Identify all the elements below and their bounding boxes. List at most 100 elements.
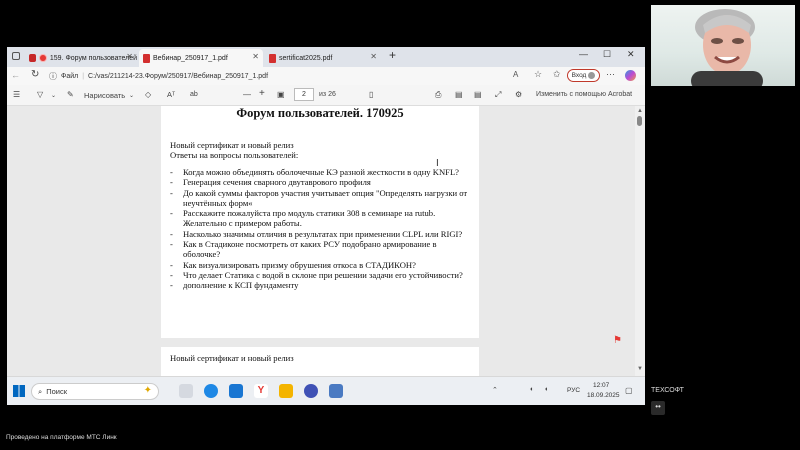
volume-icon[interactable]: ◖ — [544, 386, 548, 393]
participant-name: ТЕХСОФТ — [651, 387, 684, 394]
page-number-input[interactable]: 2 — [294, 88, 314, 101]
contents-icon[interactable]: ☰ — [13, 90, 20, 99]
translate-icon[interactable]: ab — [190, 91, 198, 98]
more-icon[interactable]: ··· — [606, 69, 615, 79]
search-placeholder: Поиск — [46, 387, 67, 396]
draw-icon[interactable]: ✎ — [67, 90, 74, 99]
question-item: Расскажите пожалуйста про модуль статики… — [170, 208, 472, 229]
pdf-icon — [143, 53, 150, 63]
highlight-icon[interactable]: ▽ — [37, 90, 43, 99]
read-aloud-icon[interactable]: A — [513, 70, 518, 79]
platform-caption: Проведено на платформе МТС Линк — [6, 434, 117, 441]
favorite-icon[interactable]: ☆ — [534, 69, 542, 80]
tab-webinar-pdf[interactable]: Вебинар_250917_1.pdf ✕ — [139, 49, 263, 67]
question-item: Что делает Статика с водой в склоне при … — [170, 270, 472, 281]
zoom-out-icon[interactable]: — — [243, 90, 251, 99]
close-window-button[interactable]: ✕ — [627, 49, 635, 60]
section-heading: Новый сертификат и новый релиз — [170, 140, 294, 150]
network-icon[interactable]: ◐ — [530, 386, 534, 393]
tab-label: sertificat2025.pdf — [279, 54, 333, 62]
save-icon[interactable]: ▤ — [455, 90, 463, 99]
mail-icon[interactable] — [229, 384, 243, 398]
browser-tab-bar: 159. Форум пользователей ✕ Вебинар_25091… — [7, 47, 645, 67]
pdf-toolbar: ☰ ▽ ⌄ ✎ Нарисовать ⌄ ◇ Aᵀ ab — + ▣ 2 из … — [7, 85, 645, 106]
favorites-icon[interactable]: ✩ — [553, 69, 561, 80]
scroll-thumb[interactable] — [637, 116, 642, 126]
yandex-icon[interactable]: Y — [254, 384, 268, 398]
close-icon[interactable]: ✕ — [126, 52, 133, 61]
close-icon[interactable]: ✕ — [252, 52, 259, 61]
maximize-button[interactable]: ☐ — [603, 49, 611, 60]
question-item: Когда можно объединять оболочечные КЭ ра… — [170, 167, 472, 178]
fit-page-icon[interactable]: ▣ — [277, 90, 285, 99]
chat-app-icon[interactable] — [329, 384, 343, 398]
close-icon[interactable]: ✕ — [370, 52, 377, 61]
url-field[interactable]: ⓘ Файл | C:/vas/211214-23.Форум/250917/В… — [49, 69, 449, 83]
notification-icon[interactable]: ▢ — [625, 386, 633, 395]
pdf-icon — [269, 53, 276, 63]
tab-actions-icon[interactable] — [12, 52, 20, 60]
language-indicator[interactable]: РУС — [567, 387, 580, 394]
view-icon[interactable]: ▯ — [369, 90, 373, 99]
save-as-icon[interactable]: ▤ — [474, 90, 482, 99]
task-view-icon[interactable] — [179, 384, 193, 398]
chevron-up-icon[interactable]: ⌃ — [492, 386, 498, 394]
search-icon: ⌕ — [38, 386, 43, 396]
question-item: дополнение к КСП фундаменту — [170, 280, 472, 291]
sparkle-icon: ✦ — [143, 385, 152, 396]
login-button[interactable]: Вход — [567, 69, 600, 82]
settings-icon[interactable]: ⚙ — [515, 90, 522, 99]
print-icon[interactable]: ⎙ — [435, 90, 441, 100]
avatar-icon — [588, 72, 596, 79]
scroll-up-icon[interactable]: ▲ — [637, 108, 643, 114]
scroll-down-icon[interactable]: ▼ — [637, 366, 643, 372]
new-tab-button[interactable]: + — [389, 48, 396, 62]
question-item: Как в Стадиконе посмотреть от каких РСУ … — [170, 239, 472, 260]
recording-icon — [39, 54, 47, 62]
text-cursor-icon: I — [436, 158, 439, 169]
question-item: Генерация сечения сварного двутаврового … — [170, 177, 472, 188]
question-item: Насколько значимы отличия в результатах … — [170, 229, 472, 240]
text-icon[interactable]: Aᵀ — [167, 90, 175, 99]
page-count: из 26 — [319, 91, 336, 98]
windows-start-icon[interactable] — [13, 385, 25, 397]
copilot-icon[interactable] — [625, 70, 636, 81]
section-subheading: Ответы на вопросы пользователей: — [170, 150, 299, 160]
forum-favicon-icon — [29, 54, 37, 62]
acrobat-icon[interactable]: ⚑ — [613, 335, 624, 346]
section-heading: Новый сертификат и новый релиз — [170, 353, 294, 363]
search-input[interactable]: ⌕ Поиск ✦ — [31, 383, 159, 400]
vertical-scrollbar[interactable]: ▲ ▼ — [635, 106, 645, 376]
file-icon: ⓘ — [49, 71, 57, 81]
edit-with-acrobat-button[interactable]: Изменить с помощью Acrobat — [536, 91, 632, 98]
zoom-in-icon[interactable]: + — [259, 88, 265, 99]
clock-date[interactable]: 18.09.2025 — [587, 392, 620, 399]
clock-time[interactable]: 12:07 — [593, 382, 609, 389]
tab-label: 159. Форум пользователей — [49, 54, 137, 62]
file-explorer-icon[interactable] — [279, 384, 293, 398]
eraser-icon[interactable]: ◇ — [145, 90, 151, 99]
question-item: Как визуализировать призму обрушения отк… — [170, 260, 472, 271]
more-options-button[interactable]: •• — [651, 401, 665, 415]
edge-icon[interactable] — [204, 384, 218, 398]
pdf-page: Форум пользователей. 170925 Новый сертиф… — [161, 106, 479, 338]
back-icon[interactable]: ← — [11, 70, 20, 80]
login-label: Вход — [571, 72, 587, 79]
taskbar: ⌕ Поиск ✦ Y ⌃ ◐ ◖ РУС 12:07 18.09.2025 ▢ — [7, 376, 645, 405]
pdf-viewport: Форум пользователей. 170925 Новый сертиф… — [7, 106, 635, 376]
tab-label: Вебинар_250917_1.pdf — [153, 54, 228, 62]
tab-certificate-pdf[interactable]: sertificat2025.pdf ✕ — [265, 49, 381, 67]
chevron-down-icon[interactable]: ⌄ — [129, 92, 134, 99]
refresh-icon[interactable]: ↻ — [31, 69, 39, 80]
url-prefix: Файл — [61, 72, 79, 80]
expand-icon[interactable]: ⤢ — [495, 90, 501, 100]
app-icon[interactable] — [304, 384, 318, 398]
minimize-button[interactable]: — — [579, 49, 588, 59]
pdf-page: Новый сертификат и новый релиз — [161, 347, 479, 376]
page-number: 2 — [302, 91, 306, 98]
question-item: До какой суммы факторов участия учитывае… — [170, 188, 472, 209]
tab-forum[interactable]: 159. Форум пользователей ✕ — [25, 49, 137, 67]
chevron-down-icon[interactable]: ⌄ — [51, 92, 56, 99]
draw-button[interactable]: Нарисовать — [84, 91, 125, 100]
question-list: Когда можно объединять оболочечные КЭ ра… — [170, 167, 472, 291]
